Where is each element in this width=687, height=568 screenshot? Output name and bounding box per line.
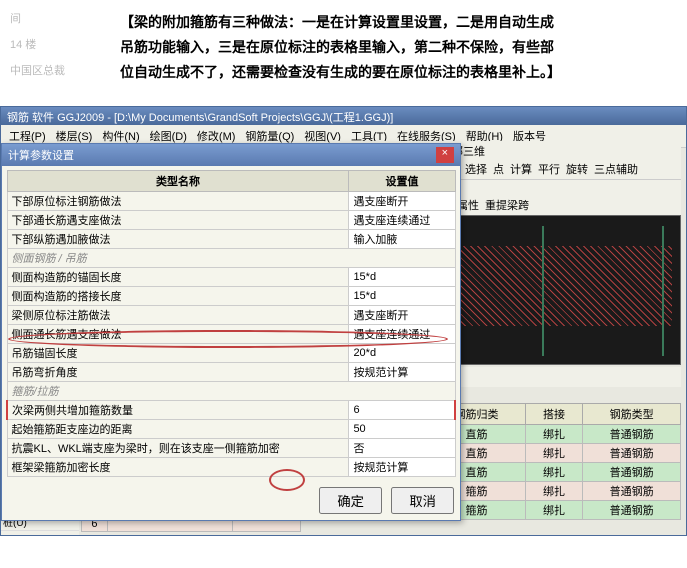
annotation-text: 【梁的附加箍筋有三种做法：一是在计算设置里设置，二是用自动生成吊筋功能输入，三是… bbox=[0, 0, 687, 96]
param-row-3[interactable]: 下部纵筋遇加腋做法输入加腋 bbox=[7, 229, 455, 248]
tb-3pt[interactable]: 三点辅助 bbox=[594, 161, 638, 177]
param-row-2[interactable]: 下部通长筋遇支座做法遇支座连续通过 bbox=[7, 210, 455, 229]
param-row-s1-4[interactable]: 侧面通长筋遇支座做法遇支座连续通过 bbox=[7, 324, 455, 343]
param-section-2: 箍筋/拉筋 bbox=[7, 381, 455, 400]
param-row-s2-2[interactable]: 起始箍筋距支座边的距离50 bbox=[7, 419, 455, 438]
param-row-s2-4[interactable]: 框架梁箍筋加密长度按规范计算 bbox=[7, 457, 455, 476]
param-row-stirrup-count[interactable]: 次梁两侧共增加箍筋数量6 bbox=[7, 400, 455, 419]
tb-respan[interactable]: 重提梁跨 bbox=[485, 197, 529, 213]
param-row-1[interactable]: 下部原位标注钢筋做法遇支座断开 bbox=[7, 191, 455, 210]
param-col-name: 类型名称 bbox=[7, 170, 349, 191]
tb-rotate[interactable]: 旋转 bbox=[566, 161, 588, 177]
param-row-s1-1[interactable]: 侧面构造筋的锚固长度15*d bbox=[7, 267, 455, 286]
app-window: 钢筋 软件 GGJ2009 - [D:\My Documents\GrandSo… bbox=[0, 106, 687, 536]
col-lap[interactable]: 搭接 bbox=[525, 403, 582, 424]
param-row-s1-3[interactable]: 梁侧原位标注筋做法遇支座断开 bbox=[7, 305, 455, 324]
tb-calc[interactable]: 计算 bbox=[510, 161, 532, 177]
param-row-s2-3[interactable]: 抗震KL、WKL端支座为梁时，则在该支座一侧箍筋加密否 bbox=[7, 438, 455, 457]
tb-point[interactable]: 点 bbox=[493, 161, 504, 177]
param-col-value: 设置值 bbox=[349, 170, 455, 191]
tree-item-5[interactable]: 基础梁(F) bbox=[1, 531, 79, 536]
tb-parallel[interactable]: 平行 bbox=[538, 161, 560, 177]
cancel-button[interactable]: 取消 bbox=[391, 487, 454, 514]
calc-param-dialog: 计算参数设置 × 类型名称设置值 下部原位标注钢筋做法遇支座断开 下部通长筋遇支… bbox=[1, 143, 461, 521]
toolbar-row-5: 选择 点 计算 平行 旋转 三点辅助 bbox=[461, 159, 681, 180]
title-bar: 钢筋 软件 GGJ2009 - [D:\My Documents\GrandSo… bbox=[1, 107, 686, 125]
dialog-close-button[interactable]: × bbox=[436, 147, 454, 163]
meta-1: 间 bbox=[10, 10, 65, 26]
dialog-title-text: 计算参数设置 bbox=[8, 147, 74, 163]
meta-2: 14 楼 bbox=[10, 36, 65, 52]
param-row-s1-6[interactable]: 吊筋弯折角度按规范计算 bbox=[7, 362, 455, 381]
ok-button[interactable]: 确定 bbox=[319, 487, 382, 514]
col-type[interactable]: 钢筋类型 bbox=[583, 403, 681, 424]
param-row-s1-5[interactable]: 吊筋锚固长度20*d bbox=[7, 343, 455, 362]
param-row-s1-2[interactable]: 侧面构造筋的搭接长度15*d bbox=[7, 286, 455, 305]
param-section-1: 侧面钢筋 / 吊筋 bbox=[7, 248, 455, 267]
param-table[interactable]: 类型名称设置值 下部原位标注钢筋做法遇支座断开 下部通长筋遇支座做法遇支座连续通… bbox=[6, 170, 456, 477]
meta-3: 中国区总裁 bbox=[10, 62, 65, 78]
tb-select[interactable]: 选择 bbox=[465, 161, 487, 177]
